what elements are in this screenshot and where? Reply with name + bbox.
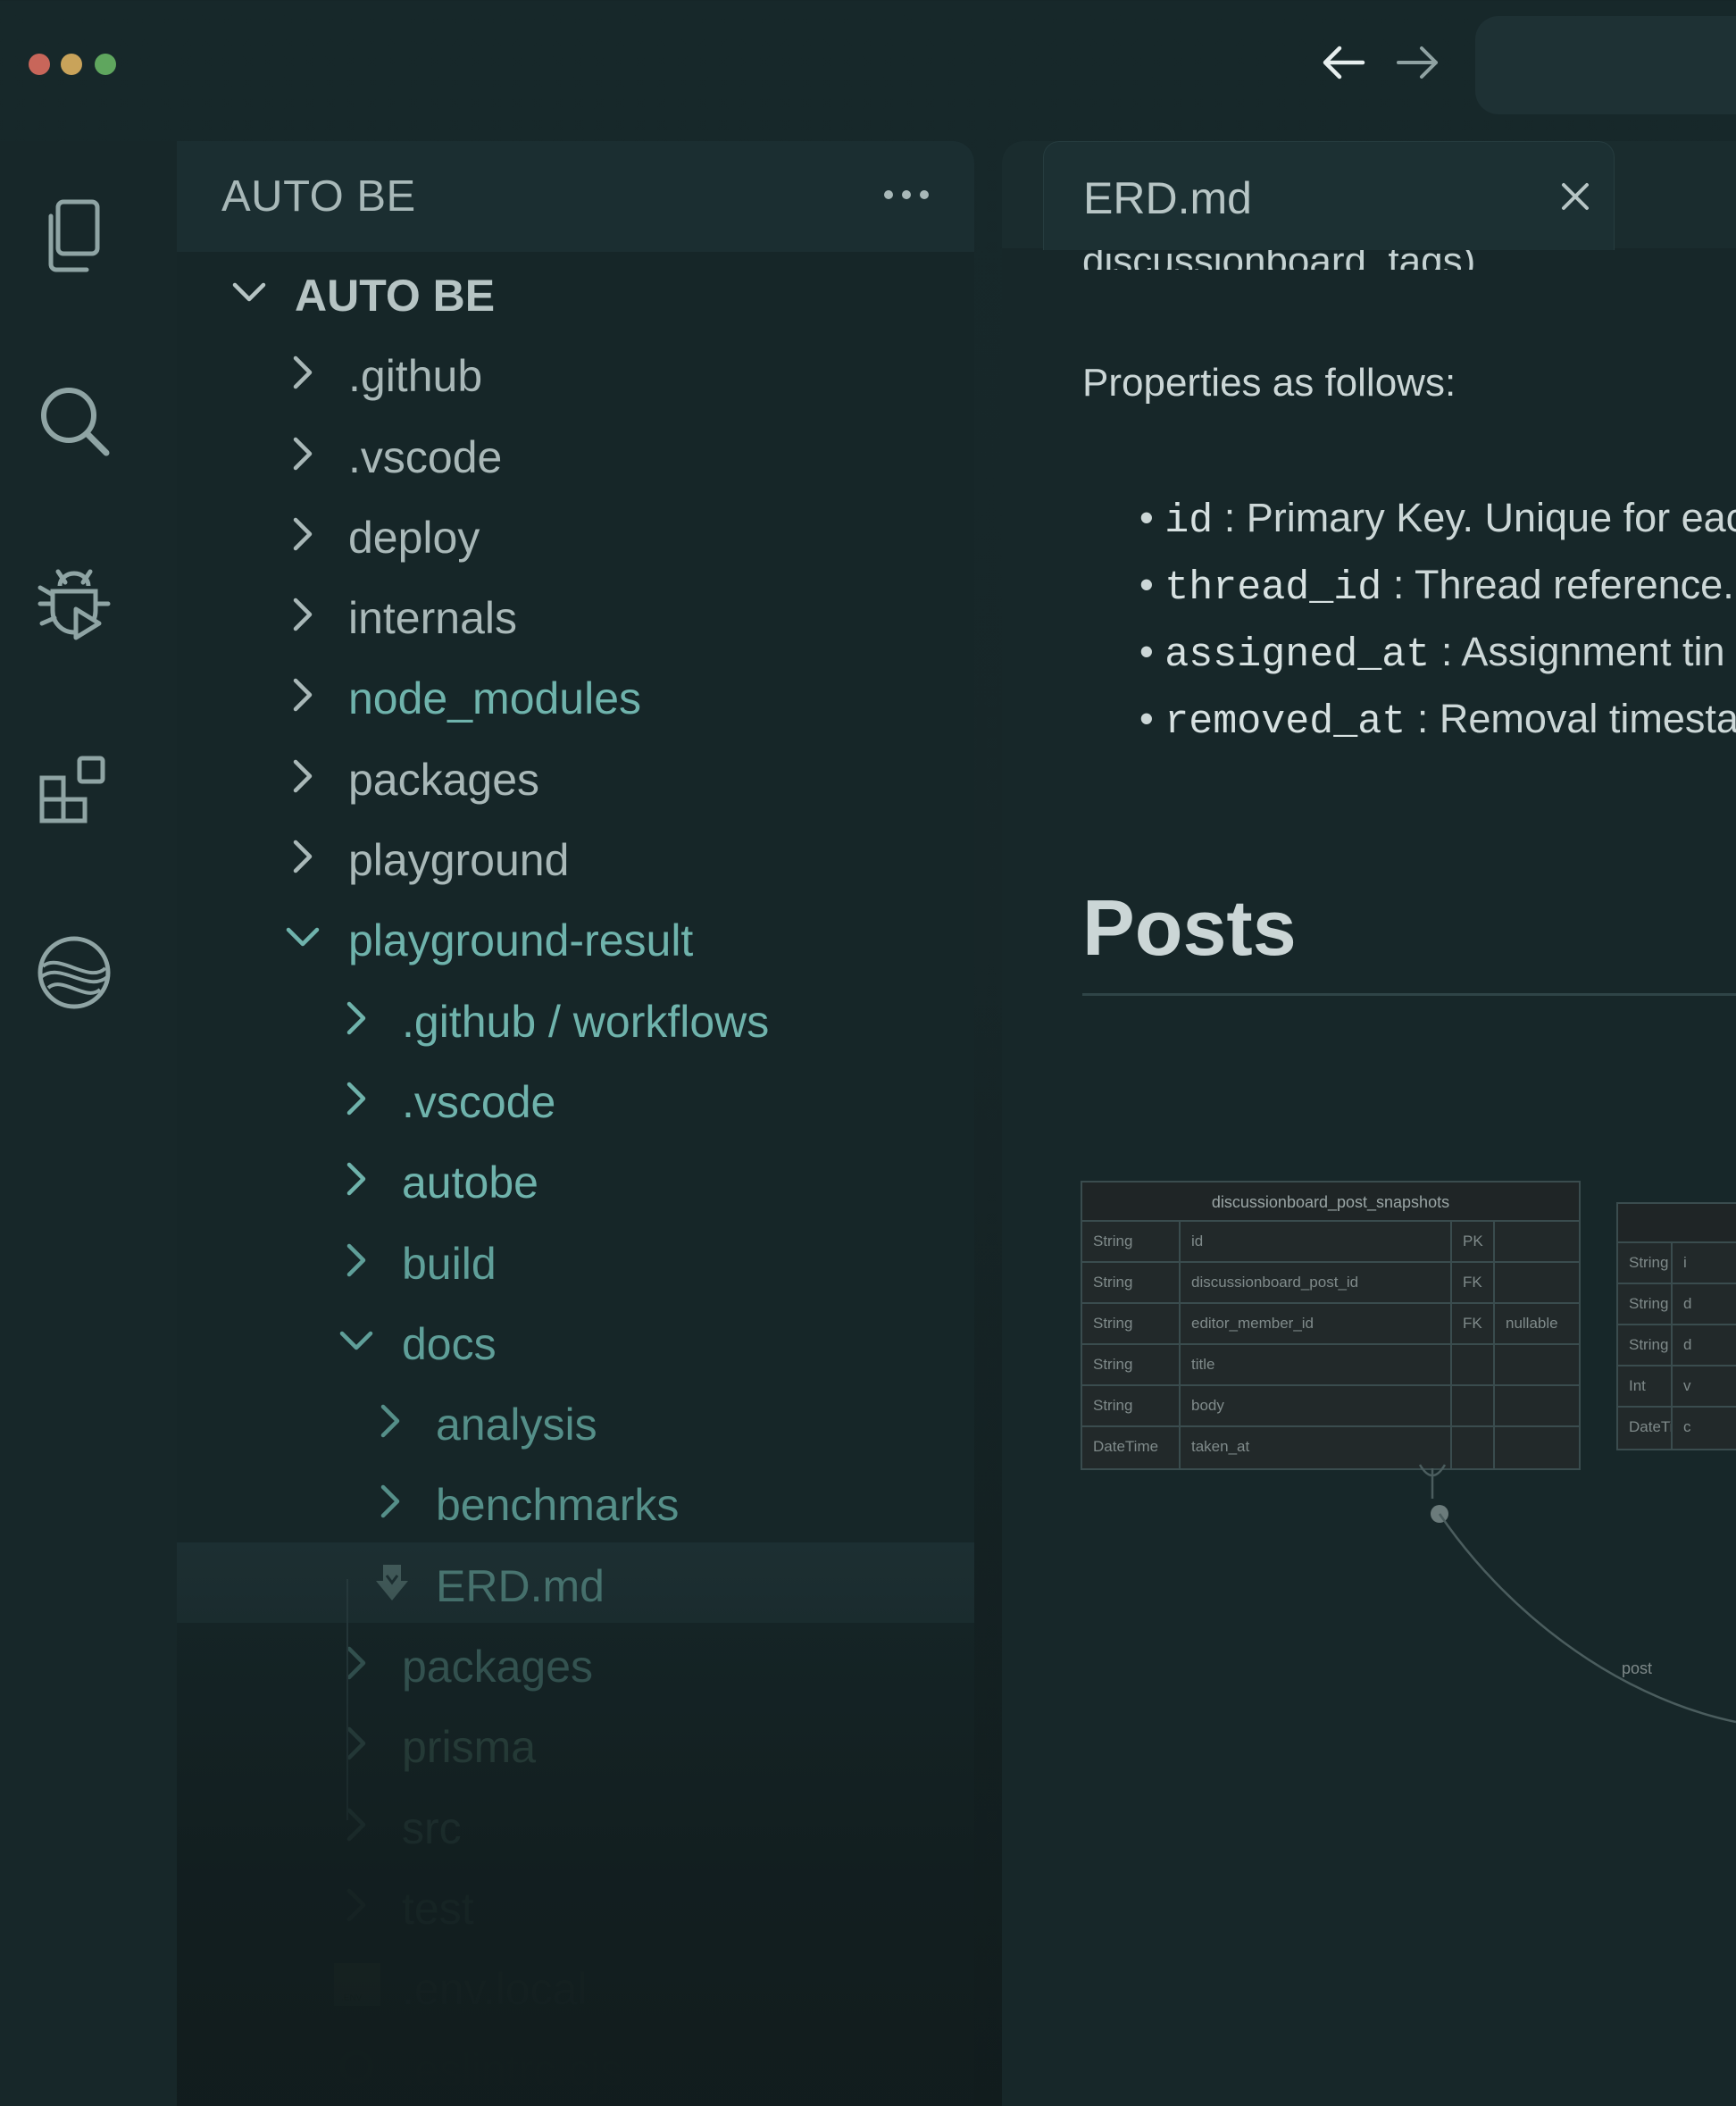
tree-item-src[interactable]: src xyxy=(177,1784,974,1865)
tree-item-vscode-2[interactable]: .vscode xyxy=(177,1058,974,1139)
chevron-right-icon xyxy=(370,1481,411,1522)
tree-item-label: src xyxy=(402,1802,462,1853)
tree-item-label: deploy xyxy=(348,512,480,563)
file-tree: AUTO BE .github .vscode deploy internals… xyxy=(177,252,974,2106)
tree-item-docs[interactable]: docs xyxy=(177,1300,974,1381)
tree-item-playground-result[interactable]: playground-result xyxy=(177,897,974,977)
erd-edge-label: post xyxy=(1622,1659,1653,1677)
tree-item-test[interactable]: test xyxy=(177,1865,974,1945)
tree-item-label: .env.local xyxy=(402,1964,588,2015)
explorer-header: AUTO BE xyxy=(177,141,974,252)
tree-item-label: docs xyxy=(402,1318,497,1369)
chevron-right-icon xyxy=(282,756,323,797)
maximize-window-button[interactable] xyxy=(95,54,116,75)
tree-item-label: AUTO BE xyxy=(295,271,496,321)
tree-item-benchmarks[interactable]: benchmarks xyxy=(177,1461,974,1542)
tree-item-label: packages xyxy=(348,754,540,805)
explorer-title: AUTO BE xyxy=(221,172,416,221)
tree-item-label: prisma xyxy=(402,1722,537,1773)
chevron-right-icon xyxy=(336,1804,377,1845)
tree-item-label: .vscode xyxy=(402,1076,556,1127)
extensions-icon[interactable] xyxy=(34,748,114,829)
chevron-down-icon xyxy=(229,272,270,313)
tree-item-label: ERD.md xyxy=(436,1560,605,1611)
chevron-right-icon xyxy=(282,594,323,635)
svg-text:.ENV: .ENV xyxy=(341,1993,363,2003)
tree-item-node-modules[interactable]: node_modules xyxy=(177,655,974,735)
title-bar xyxy=(0,0,1736,134)
chevron-right-icon xyxy=(282,352,323,393)
tree-item-github[interactable]: .github xyxy=(177,332,974,413)
tree-item-label: .github / workflows xyxy=(402,996,770,1047)
tree-item-label: packages xyxy=(402,1642,594,1692)
tree-item-label: benchmarks xyxy=(436,1480,680,1531)
tree-root[interactable]: AUTO BE xyxy=(177,252,974,332)
indent-guide xyxy=(346,1579,348,1820)
eslint-file-icon xyxy=(336,2046,377,2087)
chevron-right-icon xyxy=(370,1400,411,1442)
chevron-right-icon xyxy=(336,1078,377,1119)
tree-item-label: build xyxy=(402,1238,497,1289)
tree-item-label: .eslintrc.cjs xyxy=(402,2044,623,2095)
tree-item-label: autobe xyxy=(402,1157,538,1208)
tree-item-label: .github xyxy=(348,351,483,402)
tree-item-deploy[interactable]: deploy xyxy=(177,494,974,574)
tree-item-erd-md[interactable]: ERD.md xyxy=(177,1542,974,1624)
run-debug-icon[interactable] xyxy=(34,564,114,645)
env-file-icon: .ENV xyxy=(332,1961,382,2008)
tree-item-label: internals xyxy=(348,593,517,644)
tree-item-build[interactable]: build xyxy=(177,1220,974,1300)
chevron-down-icon xyxy=(282,916,323,957)
search-icon[interactable] xyxy=(34,380,114,461)
command-center-search[interactable] xyxy=(1475,16,1736,114)
chevron-down-icon xyxy=(336,1320,377,1361)
tree-item-analysis[interactable]: analysis xyxy=(177,1381,974,1461)
tree-item-playground[interactable]: playground xyxy=(177,816,974,897)
tree-item-label: playground-result xyxy=(348,915,694,966)
chevron-right-icon xyxy=(282,514,323,555)
tree-item-autobe[interactable]: autobe xyxy=(177,1139,974,1219)
back-arrow-icon[interactable] xyxy=(1316,36,1370,89)
chevron-right-icon xyxy=(282,836,323,877)
chevron-right-icon xyxy=(336,1723,377,1764)
chevron-right-icon xyxy=(336,1885,377,1926)
tree-item-prisma[interactable]: prisma xyxy=(177,1703,974,1784)
erd-relationship-line xyxy=(1418,1464,1736,1724)
forward-arrow-icon[interactable] xyxy=(1391,36,1445,89)
editor-panel: discussionboard_tags). ERD.md Properties… xyxy=(1002,141,1736,2106)
explorer-panel: AUTO BE AUTO BE .github .vscode deploy i… xyxy=(177,141,974,2106)
autobe-logo-icon[interactable] xyxy=(34,932,114,1013)
tree-item-internals[interactable]: internals xyxy=(177,574,974,655)
close-window-button[interactable] xyxy=(29,54,50,75)
chevron-right-icon xyxy=(336,1158,377,1199)
chevron-right-icon xyxy=(336,1240,377,1281)
tree-item-github-workflows[interactable]: .github / workflows xyxy=(177,978,974,1058)
chevron-right-icon xyxy=(282,674,323,715)
tree-item-label: playground xyxy=(348,835,570,886)
tree-item-env-local[interactable]: .ENV .env.local xyxy=(177,1945,974,2026)
tree-item-vscode[interactable]: .vscode xyxy=(177,414,974,494)
tree-item-packages[interactable]: packages xyxy=(177,736,974,816)
tree-item-label: node_modules xyxy=(348,673,642,724)
tree-item-label: test xyxy=(402,1883,474,1934)
activity-bar xyxy=(0,141,177,2106)
chevron-right-icon xyxy=(336,998,377,1039)
minimize-window-button[interactable] xyxy=(61,54,82,75)
markdown-file-icon xyxy=(371,1562,413,1603)
files-icon[interactable] xyxy=(34,196,114,277)
chevron-right-icon xyxy=(282,433,323,474)
tree-item-label: .vscode xyxy=(348,431,503,482)
tree-item-packages-2[interactable]: packages xyxy=(177,1623,974,1703)
chevron-right-icon xyxy=(336,1642,377,1684)
tree-item-label: analysis xyxy=(436,1400,597,1450)
more-actions-icon[interactable] xyxy=(875,177,938,213)
tree-item-eslintrc[interactable]: .eslintrc.cjs xyxy=(177,2027,974,2106)
